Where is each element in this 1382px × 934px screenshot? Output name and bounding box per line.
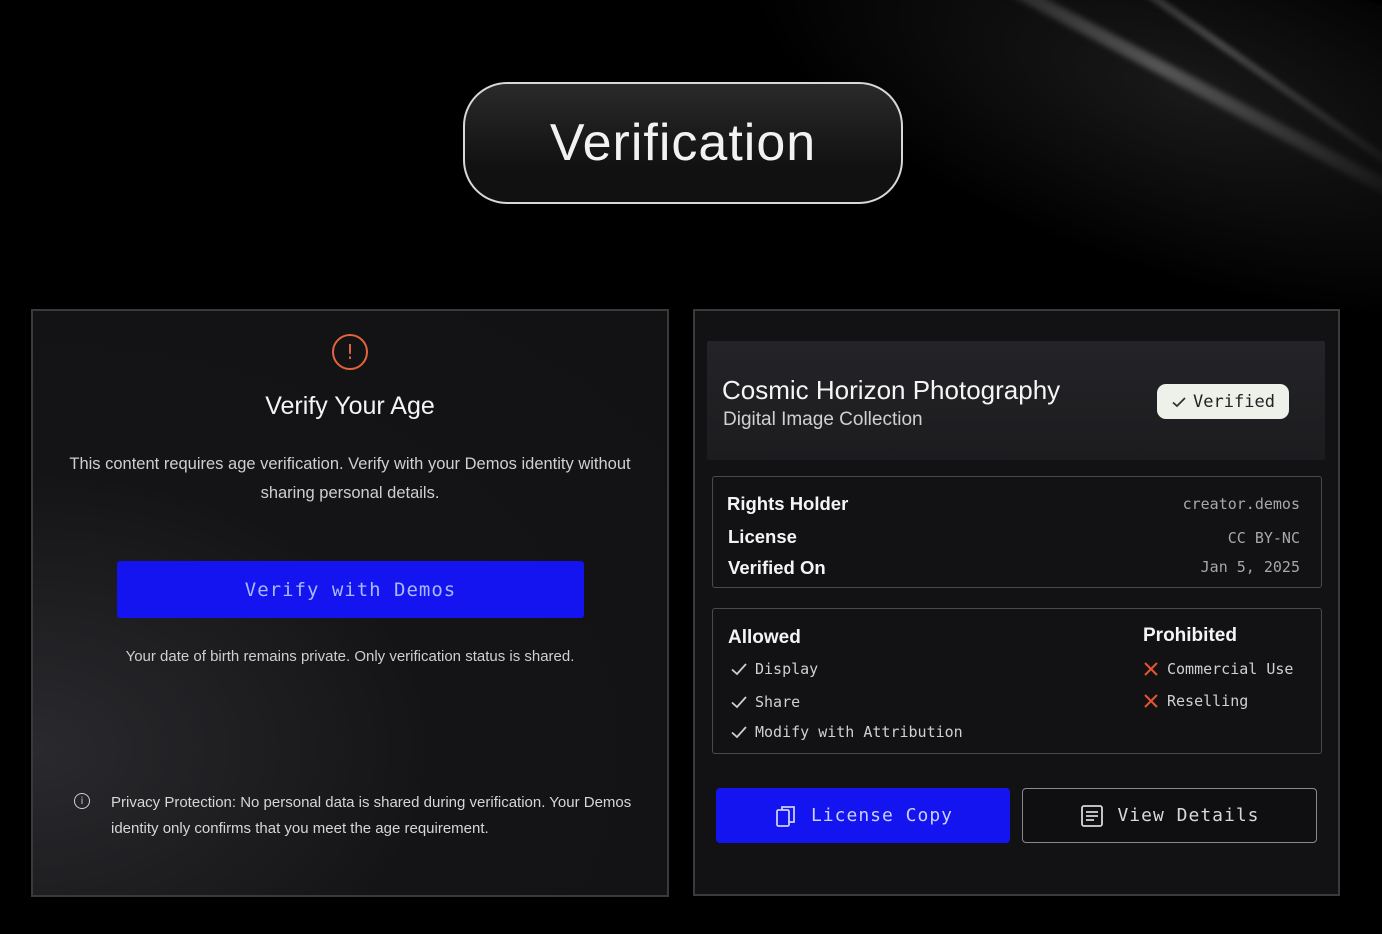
document-icon [1081,804,1104,827]
prohibited-item: Reselling [1141,691,1248,711]
cross-icon [1144,662,1158,676]
checkmark-icon [731,663,747,676]
license-label: License [728,526,797,547]
warning-icon: ! [332,334,368,370]
prohibited-item-label: Reselling [1167,692,1249,710]
allowed-heading: Allowed [728,627,801,648]
checkmark-icon [1172,396,1186,407]
allowed-item: Share [729,692,800,712]
privacy-protection-text: Privacy Protection: No personal data is … [111,794,632,837]
allowed-item-label: Display [755,660,819,678]
license-copy-button[interactable]: License Copy [716,788,1010,843]
age-verification-title: Verify Your Age [265,392,435,420]
checkmark-icon [731,696,747,709]
rights-holder-label: Rights Holder [727,493,849,514]
info-icon: i [74,793,90,809]
rights-holder-value: creator.demos [1182,495,1300,513]
allowed-item: Display [729,659,818,679]
verified-on-value: Jan 5, 2025 [1200,558,1300,576]
prohibited-item-label: Commercial Use [1167,660,1294,678]
background-streak [1021,0,1382,185]
allowed-item-label: Modify with Attribution [755,723,963,741]
verified-badge-label: Verified [1193,391,1275,412]
prohibited-heading: Prohibited [1143,625,1237,646]
view-details-label: View Details [1117,805,1260,826]
checkmark-icon [731,726,747,739]
asset-subtitle: Digital Image Collection [723,409,923,430]
verified-badge: Verified [1157,384,1289,419]
page-title: Verification [549,114,817,172]
asset-title: Cosmic Horizon Photography [722,375,1061,405]
allowed-item: Modify with Attribution [729,722,963,742]
verified-on-label: Verified On [728,557,826,578]
privacy-note: Your date of birth remains private. Only… [125,648,575,665]
copy-icon [776,805,795,827]
verify-with-demos-button[interactable]: Verify with Demos [117,561,584,618]
license-value: CC BY-NC [1227,529,1300,547]
cross-icon [1144,694,1158,708]
page-title-pill: Verification [463,82,903,204]
allowed-item-label: Share [755,693,801,711]
view-details-button[interactable]: View Details [1022,788,1317,843]
license-copy-label: License Copy [810,805,954,826]
prohibited-item: Commercial Use [1141,659,1293,679]
background-streak [891,0,1382,215]
age-verification-description: This content requires age verification. … [69,455,631,502]
